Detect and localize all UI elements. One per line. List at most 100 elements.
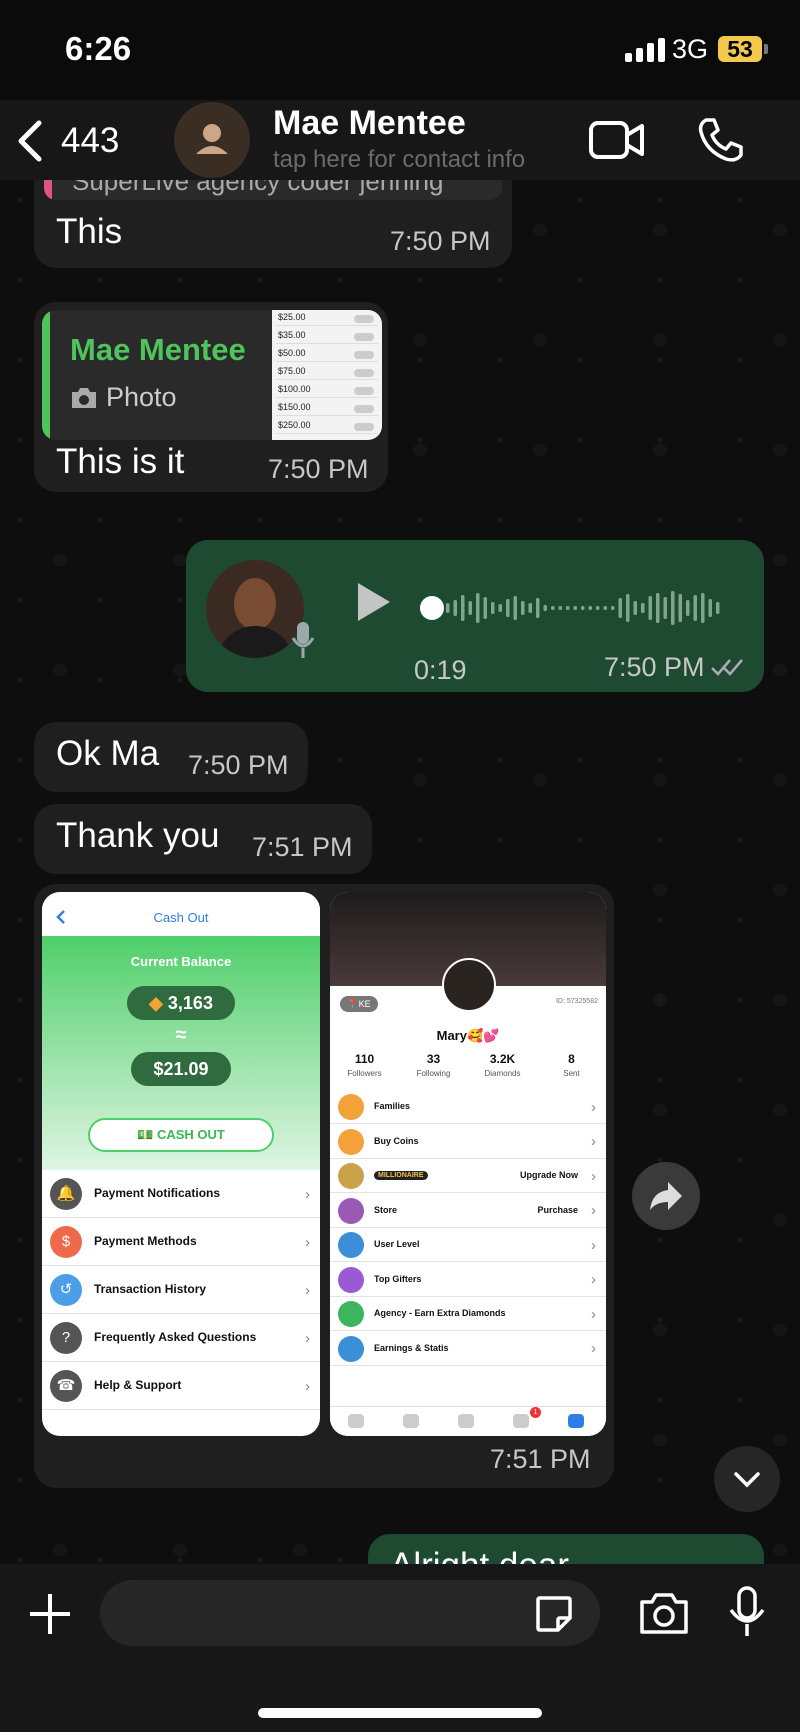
mic-icon[interactable] bbox=[728, 1586, 766, 1638]
profile-menu-item[interactable]: Top Gifters › bbox=[330, 1263, 606, 1297]
stat-value: 3.2K bbox=[489, 1052, 516, 1066]
chevron-right-icon: › bbox=[305, 1281, 310, 1299]
cashout-menu-item[interactable]: ☎ Help & Support › bbox=[42, 1362, 320, 1410]
profile-menu-right: Upgrade Now bbox=[519, 1170, 578, 1180]
profile-menu-item[interactable]: Families › bbox=[330, 1090, 606, 1124]
read-receipt-icon bbox=[711, 659, 743, 676]
profile-menu-right: Purchase bbox=[537, 1204, 578, 1215]
cashout-menu-item[interactable]: ? Frequently Asked Questions › bbox=[42, 1314, 320, 1362]
chevron-right-icon: › bbox=[305, 1329, 310, 1347]
waveform-bar bbox=[521, 601, 525, 615]
message-bubble[interactable]: Alright dear bbox=[368, 1534, 764, 1564]
profile-stat[interactable]: 110 Followers bbox=[330, 1052, 399, 1078]
profile-menu-item[interactable]: Agency - Earn Extra Diamonds › bbox=[330, 1297, 606, 1331]
stat-label: Following bbox=[416, 1069, 451, 1078]
profile-id: ID: 57325582 bbox=[555, 998, 598, 1005]
profile-menu-item[interactable]: MILLIONAIRE Upgrade Now › bbox=[330, 1159, 606, 1193]
seek-handle[interactable] bbox=[420, 596, 444, 620]
status-bar: 6:26 3G 53 bbox=[0, 0, 800, 100]
voice-message[interactable]: 0:19 7:50 PM bbox=[186, 540, 764, 692]
families-icon bbox=[338, 1094, 364, 1120]
scroll-down-button[interactable] bbox=[714, 1446, 780, 1512]
profile-avatar[interactable] bbox=[442, 958, 496, 1012]
waveform-bar bbox=[716, 602, 720, 614]
profile-menu-item[interactable]: Store Purchase › bbox=[330, 1194, 606, 1228]
voice-duration: 0:19 bbox=[414, 655, 467, 685]
waveform-bar bbox=[641, 603, 645, 613]
profile-tab-icon[interactable] bbox=[568, 1414, 584, 1428]
game-tab-icon[interactable] bbox=[458, 1414, 474, 1428]
message-time: 7:50 PM bbox=[188, 750, 289, 780]
composer-bar bbox=[0, 1564, 800, 1732]
message-bubble[interactable]: Mae Mentee Photo $25.00 $35.00 $50.00 $75.0… bbox=[34, 302, 388, 492]
thumb-toggle bbox=[354, 423, 374, 431]
cashout-menu-item[interactable]: 🔔 Payment Notifications › bbox=[42, 1170, 320, 1218]
cashout-menu-item[interactable]: ↺ Transaction History › bbox=[42, 1266, 320, 1314]
profile-menu-item[interactable]: Earnings & Statis › bbox=[330, 1332, 606, 1366]
home-tab-icon[interactable] bbox=[348, 1414, 364, 1428]
cash-out-button[interactable]: 💵 CASH OUT bbox=[88, 1118, 274, 1152]
cashout-menu-item[interactable]: $ Payment Methods › bbox=[42, 1218, 320, 1266]
thumb-row: $50.00 bbox=[276, 348, 378, 362]
profile-stat[interactable]: 33 Following bbox=[399, 1052, 468, 1078]
waveform-bar bbox=[453, 600, 457, 616]
cashout-menu-label: Payment Methods bbox=[94, 1234, 197, 1248]
profile-stat[interactable]: 8 Sent bbox=[537, 1052, 606, 1078]
photo-thumbnail[interactable]: $25.00 $35.00 $50.00 $75.00 $100.00 $150.00 $2… bbox=[272, 310, 382, 440]
balance-panel: Current Balance ◆ 3,163 ≈ $21.09 💵 CASH … bbox=[42, 936, 320, 1170]
profile-menu-item[interactable]: User Level › bbox=[330, 1228, 606, 1262]
play-icon[interactable] bbox=[354, 580, 394, 624]
message-time: 7:51 PM bbox=[252, 832, 353, 862]
message-bubble[interactable]: Thank you 7:51 PM bbox=[34, 804, 372, 874]
forward-button[interactable] bbox=[632, 1162, 700, 1230]
message-text: Thank you bbox=[56, 816, 220, 855]
contact-avatar[interactable] bbox=[174, 102, 250, 178]
thumb-amount: $250.00 bbox=[278, 420, 311, 430]
profile-screenshot[interactable]: 📍KE ID: 57325582 Mary🥰💕 110 Followers 33 Follo… bbox=[330, 892, 606, 1436]
sticker-icon[interactable] bbox=[534, 1594, 574, 1634]
back-button[interactable]: 443 bbox=[15, 114, 155, 168]
cashout-screenshot[interactable]: Cash Out Current Balance ◆ 3,163 ≈ $21.0… bbox=[42, 892, 320, 1436]
chat-area[interactable]: SuperLive agency coder jenning This 7:50… bbox=[0, 180, 800, 1564]
cash-out-label: CASH OUT bbox=[156, 1127, 225, 1142]
diamond-balance: ◆ 3,163 bbox=[127, 986, 235, 1020]
message-bubble[interactable]: SuperLive agency coder jenning This 7:50… bbox=[34, 180, 512, 268]
phone-call-icon[interactable] bbox=[696, 116, 744, 164]
waveform-bar bbox=[701, 593, 705, 623]
chevron-down-icon bbox=[734, 1472, 760, 1488]
message-text: This is it bbox=[56, 442, 185, 481]
stat-value: 33 bbox=[426, 1052, 441, 1066]
video-call-icon[interactable] bbox=[588, 118, 646, 162]
profile-stat[interactable]: 3.2K Diamonds bbox=[468, 1052, 537, 1078]
trophy-icon bbox=[338, 1266, 364, 1293]
quoted-message[interactable]: SuperLive agency coder jenning bbox=[44, 180, 502, 200]
thumb-toggle bbox=[354, 315, 374, 323]
signal-icon bbox=[625, 38, 665, 62]
message-bubble[interactable]: Ok Ma 7:50 PM bbox=[34, 722, 308, 792]
quoted-photo[interactable]: Mae Mentee Photo $25.00 $35.00 $50.00 $75.0… bbox=[42, 310, 382, 440]
card-icon: $ bbox=[50, 1226, 82, 1258]
thumb-amount: $25.00 bbox=[278, 312, 306, 322]
plus-icon[interactable] bbox=[28, 1592, 72, 1636]
profile-menu-label: Earnings & Statis bbox=[374, 1342, 449, 1353]
waveform-bar bbox=[671, 591, 675, 625]
people-tab-icon[interactable] bbox=[403, 1414, 419, 1428]
unread-count: 443 bbox=[61, 121, 120, 160]
waveform[interactable] bbox=[446, 580, 728, 636]
waveform-bar bbox=[611, 606, 615, 610]
stat-label: Diamonds bbox=[484, 1069, 521, 1078]
network-label: 3G bbox=[672, 34, 709, 64]
headset-icon: ☎ bbox=[50, 1370, 82, 1402]
contact-subtitle[interactable]: tap here for contact info bbox=[273, 146, 525, 174]
person-icon bbox=[196, 124, 228, 154]
message-time: 7:50 PM bbox=[604, 652, 705, 682]
contact-name[interactable]: Mae Mentee bbox=[273, 104, 466, 143]
camera-icon[interactable] bbox=[638, 1590, 690, 1636]
chat-tab-icon[interactable] bbox=[513, 1414, 529, 1428]
thumb-row: $75.00 bbox=[276, 366, 378, 380]
message-text: Ok Ma bbox=[56, 734, 160, 773]
message-input[interactable] bbox=[100, 1580, 600, 1646]
thumb-toggle bbox=[354, 333, 374, 341]
profile-menu-item[interactable]: Buy Coins › bbox=[330, 1125, 606, 1159]
profile-menu-label: User Level bbox=[374, 1239, 420, 1249]
